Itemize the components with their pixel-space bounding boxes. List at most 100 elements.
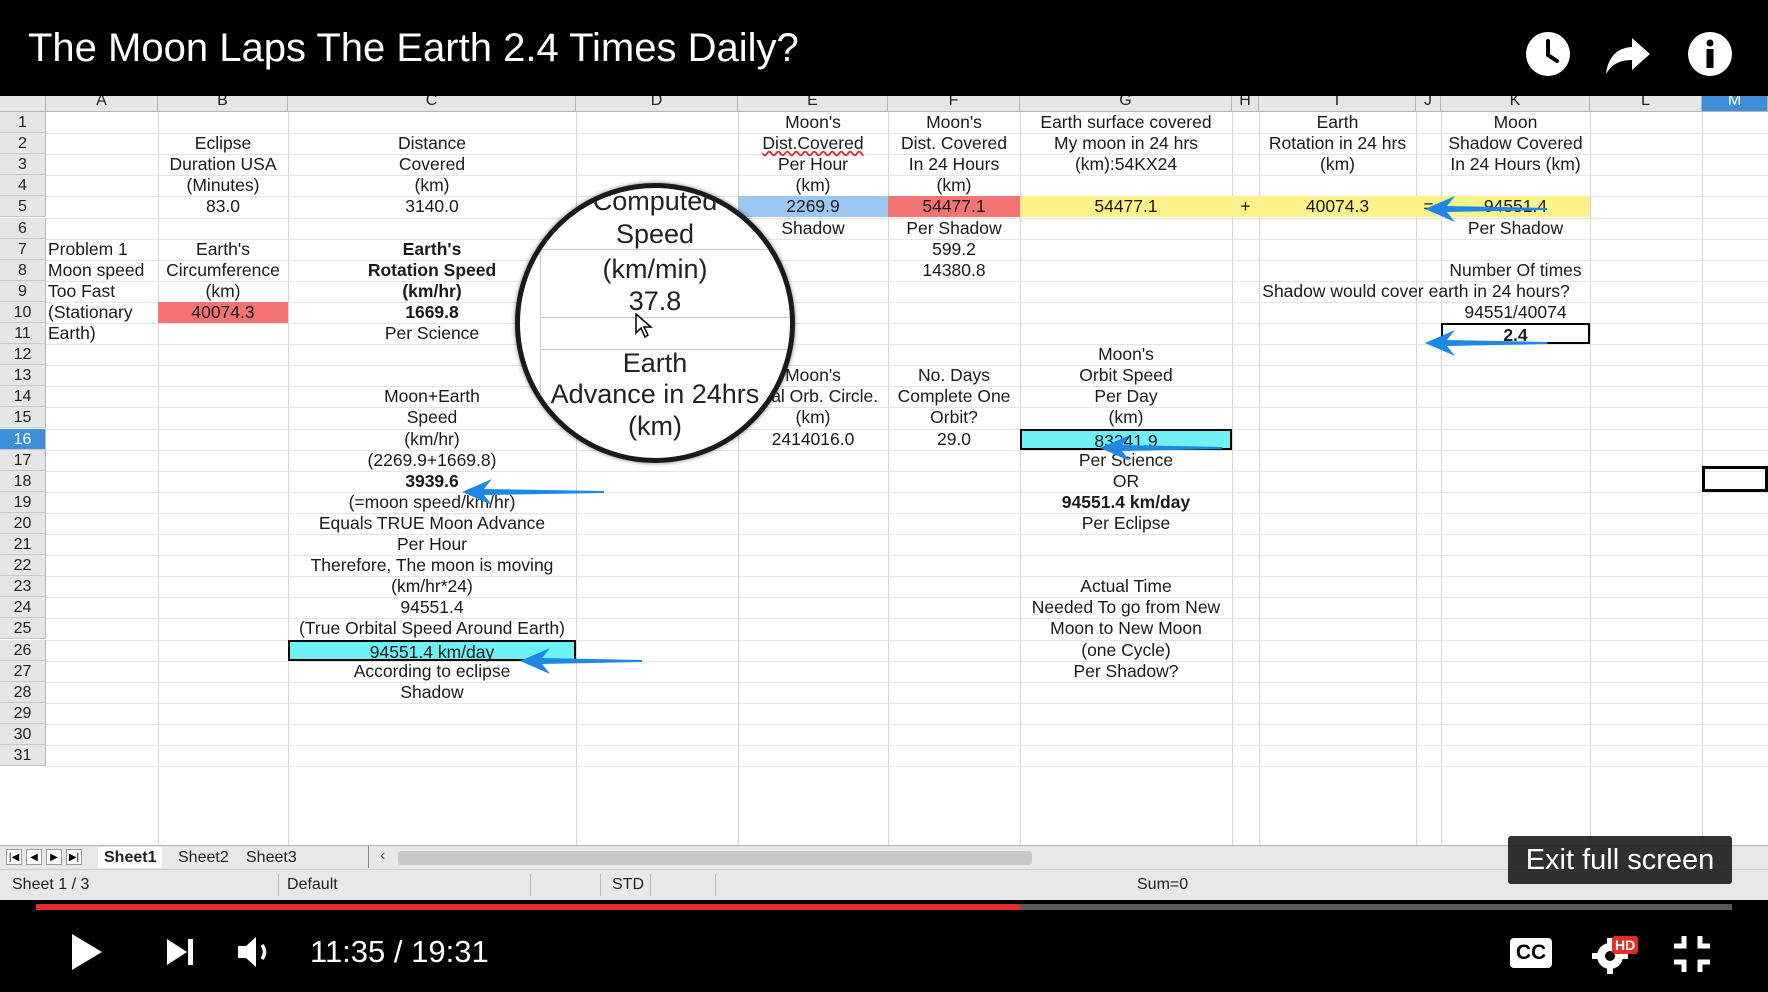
cell-i1[interactable]: Earth: [1259, 112, 1416, 133]
cell-f7[interactable]: 599.2: [888, 239, 1020, 260]
cell-f16[interactable]: 29.0: [888, 429, 1020, 450]
cell-b7[interactable]: Earth's: [158, 239, 288, 260]
scroll-left-icon[interactable]: ‹: [380, 847, 385, 865]
cell-g3[interactable]: (km):54KX24: [1020, 154, 1232, 175]
cell-c22[interactable]: Therefore, The moon is moving: [288, 555, 576, 576]
row-header[interactable]: 4: [0, 175, 46, 197]
cell-k2[interactable]: Shadow Covered: [1441, 133, 1590, 154]
cell-grid[interactable]: Moon's Moon's Earth surface covered Earth Mo…: [46, 112, 1768, 845]
tab-sheet2[interactable]: Sheet2: [172, 847, 235, 868]
cell-g18[interactable]: OR: [1020, 471, 1232, 492]
row-header[interactable]: 2: [0, 133, 46, 155]
cell-f4[interactable]: (km): [888, 175, 1020, 196]
tab-sheet1[interactable]: Sheet1: [98, 847, 163, 868]
row-header[interactable]: 25: [0, 618, 46, 640]
cell-b4[interactable]: (Minutes): [158, 175, 288, 196]
cell-b8[interactable]: Circumference: [158, 260, 288, 281]
row-header[interactable]: 26: [0, 639, 46, 661]
cell-g14[interactable]: Per Day: [1020, 386, 1232, 407]
row-header[interactable]: 27: [0, 660, 46, 682]
clock-icon[interactable]: [1524, 30, 1572, 78]
cell-b10[interactable]: 40074.3: [158, 301, 288, 323]
page-style[interactable]: Default: [287, 876, 338, 894]
row-header[interactable]: 15: [0, 407, 46, 429]
cell-k3[interactable]: In 24 Hours (km): [1441, 154, 1590, 175]
cell-h5[interactable]: +: [1232, 196, 1259, 218]
cell-g26[interactable]: (one Cycle): [1020, 640, 1232, 661]
row-header[interactable]: 28: [0, 681, 46, 703]
cell-k10[interactable]: 94551/40074: [1441, 302, 1590, 323]
cell-e2[interactable]: Dist.Covered: [738, 133, 888, 154]
row-header[interactable]: 31: [0, 745, 46, 767]
cell-f2[interactable]: Dist. Covered: [888, 133, 1020, 154]
row-header[interactable]: 29: [0, 702, 46, 724]
cell-g12[interactable]: Moon's: [1020, 344, 1232, 365]
row-header[interactable]: 20: [0, 512, 46, 534]
tab-splitter[interactable]: [368, 846, 369, 868]
cell-f3[interactable]: In 24 Hours: [888, 154, 1020, 175]
row-header[interactable]: 12: [0, 344, 46, 366]
row-header[interactable]: 17: [0, 449, 46, 471]
captions-button[interactable]: CC: [1510, 938, 1552, 968]
cell-c17[interactable]: (2269.9+1669.8): [288, 450, 576, 471]
next-sheet-button[interactable]: ▶: [46, 849, 62, 865]
row-header[interactable]: 6: [0, 217, 46, 239]
row-header[interactable]: 16: [0, 428, 46, 450]
volume-icon[interactable]: [236, 935, 276, 974]
row-header[interactable]: 14: [0, 386, 46, 408]
row-header[interactable]: 7: [0, 238, 46, 260]
cell-c20[interactable]: Equals TRUE Moon Advance: [288, 513, 576, 534]
cell-e1[interactable]: Moon's: [738, 112, 888, 133]
row-header[interactable]: 24: [0, 597, 46, 619]
cell-c21[interactable]: Per Hour: [288, 534, 576, 555]
cell-c2[interactable]: Distance: [288, 133, 576, 154]
row-header[interactable]: 22: [0, 555, 46, 577]
cell-a11[interactable]: Earth): [46, 323, 158, 344]
cell-c24[interactable]: 94551.4: [288, 597, 576, 618]
row-header[interactable]: 1: [0, 112, 46, 134]
row-header[interactable]: 10: [0, 301, 46, 323]
video-title[interactable]: The Moon Laps The Earth 2.4 Times Daily?: [28, 26, 799, 71]
cell-c3[interactable]: Covered: [288, 154, 576, 175]
cell-a8[interactable]: Moon speed: [46, 260, 158, 281]
row-header[interactable]: 18: [0, 470, 46, 492]
info-icon[interactable]: [1686, 30, 1734, 78]
cell-b9[interactable]: (km): [158, 281, 288, 302]
cell-k1[interactable]: Moon: [1441, 112, 1590, 133]
cell-f14[interactable]: Complete One: [888, 386, 1020, 407]
row-header[interactable]: 23: [0, 576, 46, 598]
cell-f13[interactable]: No. Days: [888, 365, 1020, 386]
cell-g5[interactable]: 54477.1: [1020, 196, 1232, 218]
cell-a9[interactable]: Too Fast: [46, 281, 158, 302]
exit-fullscreen-icon[interactable]: [1672, 934, 1712, 979]
selection-mode[interactable]: STD: [612, 876, 644, 894]
horizontal-scrollbar[interactable]: [398, 851, 1032, 865]
cell-k8[interactable]: Number Of times: [1441, 260, 1590, 281]
cell-k9[interactable]: Shadow would cover earth in 24 hours?: [1186, 281, 1646, 302]
active-cell-cursor[interactable]: [1702, 466, 1768, 492]
row-header[interactable]: 3: [0, 154, 46, 176]
cell-b3[interactable]: Duration USA: [158, 154, 288, 175]
cell-f1[interactable]: Moon's: [888, 112, 1020, 133]
cell-e3[interactable]: Per Hour: [738, 154, 888, 175]
cell-f8[interactable]: 14380.8: [888, 260, 1020, 281]
play-icon[interactable]: [70, 932, 104, 977]
cell-g20[interactable]: Per Eclipse: [1020, 513, 1232, 534]
cell-g13[interactable]: Orbit Speed: [1020, 365, 1232, 386]
row-header[interactable]: 19: [0, 491, 46, 513]
row-header[interactable]: 13: [0, 365, 46, 387]
cell-f15[interactable]: Orbit?: [888, 407, 1020, 428]
cell-g27[interactable]: Per Shadow?: [1020, 661, 1232, 682]
cell-c25[interactable]: (True Orbital Speed Around Earth): [288, 618, 576, 639]
row-header[interactable]: 30: [0, 723, 46, 745]
cell-c28[interactable]: Shadow: [288, 682, 576, 703]
cell-g25[interactable]: Moon to New Moon: [1020, 618, 1232, 639]
cell-g2[interactable]: My moon in 24 hrs: [1020, 133, 1232, 154]
cell-b2[interactable]: Eclipse: [158, 133, 288, 154]
row-header[interactable]: 9: [0, 280, 46, 302]
cell-a7[interactable]: Problem 1: [46, 239, 158, 260]
cell-i3[interactable]: (km): [1259, 154, 1416, 175]
cell-f6[interactable]: Per Shadow: [888, 218, 1020, 239]
last-sheet-button[interactable]: ▶|: [66, 849, 82, 865]
cell-i5[interactable]: 40074.3: [1259, 196, 1416, 218]
